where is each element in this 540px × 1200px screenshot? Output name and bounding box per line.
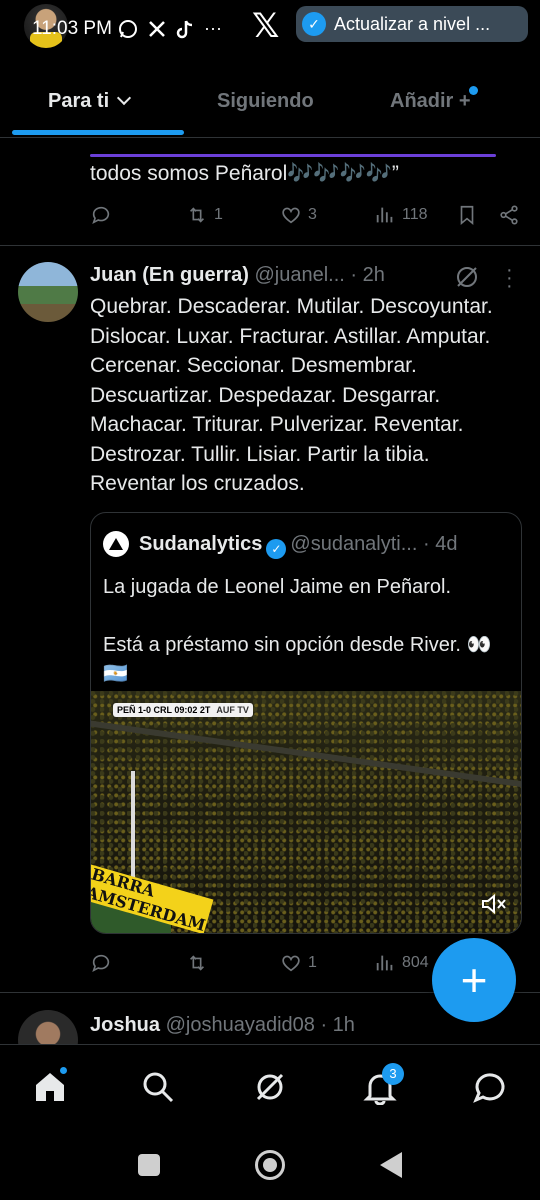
repost-count: 1: [214, 206, 223, 223]
tab-label: Siguiendo: [217, 90, 314, 112]
like-button[interactable]: 3: [280, 204, 317, 226]
plus-icon: +: [460, 954, 488, 1006]
compose-button[interactable]: +: [432, 938, 516, 1022]
home-system-button[interactable]: [255, 1150, 285, 1180]
tweet2-header: Juan (En guerra) @juanel... · 2h: [90, 264, 385, 287]
tiktok-icon: [176, 20, 193, 38]
home-new-dot-icon: [58, 1065, 69, 1076]
like-button[interactable]: 1: [280, 952, 317, 974]
author-handle[interactable]: @juanel...: [254, 264, 344, 286]
notifications-badge: 3: [382, 1063, 404, 1085]
author-handle[interactable]: @joshuayadid08: [166, 1014, 315, 1036]
x-logo-icon: 𝕏: [252, 7, 280, 45]
x-icon: [149, 20, 165, 37]
status-notification-icons: ···: [118, 18, 222, 39]
back-button[interactable]: [380, 1152, 402, 1178]
bookmark-button[interactable]: [456, 204, 478, 226]
quote-header: Sudanalytics ✓ @sudanalyti... · 4d: [139, 533, 457, 559]
tweet3-header: Joshua @joshuayadid08 · 1h: [90, 1014, 355, 1037]
grok-icon[interactable]: [252, 1069, 288, 1105]
verified-check-icon: ✓: [302, 12, 326, 36]
messages-icon[interactable]: [472, 1069, 508, 1105]
tab-para-ti[interactable]: Para ti: [48, 90, 132, 113]
broadcaster-text: AUF TV: [216, 705, 249, 715]
timeline-tabs: Para ti Siguiendo Añadir +: [0, 66, 540, 138]
tweet1-actions: 1 3 118: [90, 204, 520, 234]
views-button[interactable]: 804: [374, 952, 429, 974]
tab-siguiendo[interactable]: Siguiendo: [217, 90, 314, 113]
whatsapp-icon: [119, 19, 137, 38]
tweet1-text: todos somos Peñarol🎶🎶🎶🎶”: [90, 162, 399, 185]
author-name[interactable]: Joshua: [90, 1014, 160, 1036]
verified-badge-icon: ✓: [266, 539, 287, 559]
reply-button[interactable]: [90, 204, 112, 226]
tweet-time: · 1h: [320, 1014, 355, 1036]
quote-time: · 4d: [422, 533, 458, 555]
views-icon: [376, 207, 393, 223]
heart-icon: [282, 207, 300, 224]
quote-line-1: La jugada de Leonel Jaime en Peñarol.: [103, 576, 452, 598]
mute-icon[interactable]: [481, 893, 507, 915]
views-count: 804: [402, 954, 429, 971]
reply-icon: [92, 206, 110, 224]
sudanalytics-logo-icon: [103, 531, 129, 557]
system-navigation: [0, 1130, 540, 1200]
bookmark-icon: [460, 205, 474, 226]
new-dot-icon: [468, 86, 478, 95]
author-name[interactable]: Juan (En guerra): [90, 264, 249, 286]
chevron-down-icon: [117, 90, 132, 106]
like-count: 3: [308, 206, 317, 223]
tab-label: Añadir +: [390, 90, 471, 112]
tab-anadir[interactable]: Añadir +: [390, 86, 480, 113]
notification-pill[interactable]: ✓ Actualizar a nivel ...: [296, 6, 528, 42]
share-button[interactable]: [498, 204, 520, 226]
tweet1-media-edge: [90, 154, 496, 157]
stadium-rail: [91, 720, 521, 788]
status-time: 11:03 PM: [32, 18, 112, 39]
repost-button[interactable]: 1: [186, 204, 223, 226]
tab-label: Para ti: [48, 90, 110, 112]
quote-author-name: Sudanalytics: [139, 533, 263, 555]
repost-icon: [189, 207, 205, 223]
avatar[interactable]: [18, 262, 78, 322]
views-count: 118: [402, 206, 428, 223]
quoted-tweet[interactable]: Sudanalytics ✓ @sudanalyti... · 4d La juga…: [90, 512, 522, 934]
quote-line-2: Está a préstamo sin opción desde River. …: [103, 634, 492, 685]
repost-icon: [189, 955, 205, 971]
tweet-time: · 2h: [350, 264, 385, 286]
more-icon: ···: [204, 18, 222, 38]
recents-button[interactable]: [138, 1154, 160, 1176]
reply-icon: [92, 954, 110, 972]
repost-button[interactable]: [186, 952, 208, 974]
reply-button[interactable]: [90, 952, 112, 974]
active-tab-indicator: [12, 130, 184, 135]
views-icon: [376, 955, 393, 971]
like-count: 1: [308, 954, 317, 971]
tweet2-body: Quebrar. Descaderar. Mutilar. Descoyunta…: [90, 295, 493, 495]
quote-author-handle: @sudanalyti...: [290, 533, 418, 555]
views-button[interactable]: 118: [374, 204, 428, 226]
heart-icon: [282, 955, 300, 972]
scoreboard-overlay: PEÑ 1-0 CRL 09:02 2T AUF TV: [113, 703, 253, 717]
grok-icon[interactable]: [454, 264, 480, 290]
quote-video[interactable]: PEÑ 1-0 CRL 09:02 2T AUF TV BARRA AMSTERD…: [91, 691, 521, 933]
share-icon: [500, 205, 518, 225]
status-bar: 11:03 PM ··· 𝕏 ✓ Actualizar a nivel ...: [0, 0, 540, 50]
notification-pill-text: Actualizar a nivel ...: [334, 13, 491, 34]
scoreboard-text: PEÑ 1-0 CRL 09:02 2T: [117, 705, 211, 715]
tweet-divider: [0, 245, 540, 246]
more-options-icon[interactable]: · · ·: [506, 260, 513, 296]
search-icon[interactable]: [140, 1069, 176, 1105]
bottom-navigation: 3: [0, 1044, 540, 1130]
